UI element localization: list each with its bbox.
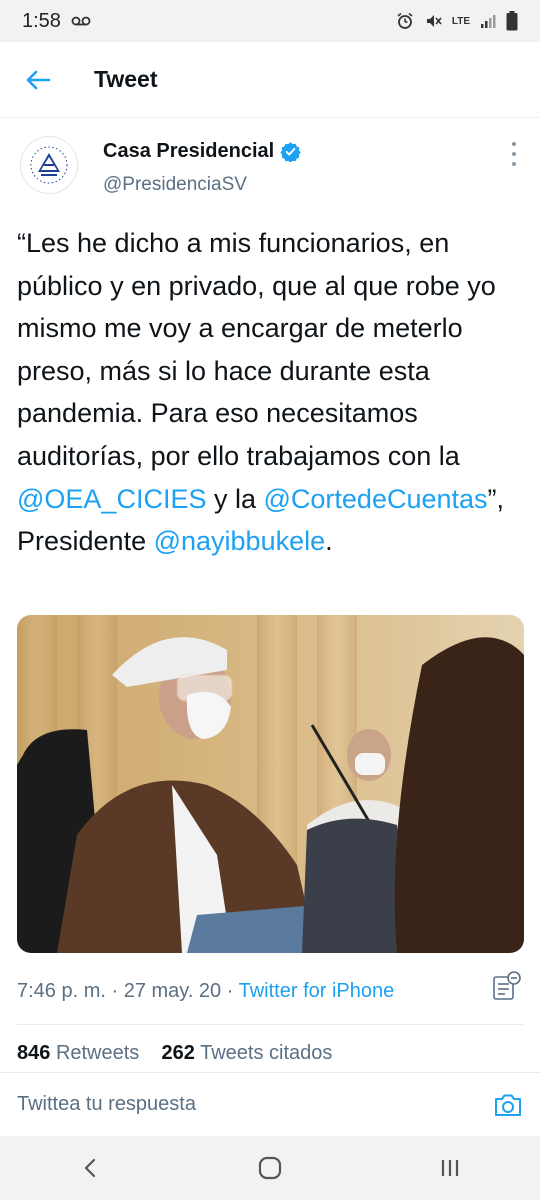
tweet-photo-image [17, 615, 524, 953]
tweet-text-segment: y la [206, 483, 264, 514]
status-time: 1:58 [22, 9, 61, 32]
back-button[interactable] [0, 42, 76, 118]
system-nav-bar [0, 1136, 540, 1200]
quotes-stat[interactable]: 262 Tweets citados [162, 1042, 333, 1064]
nav-back-button[interactable] [60, 1143, 120, 1193]
network-label: LTE [451, 15, 470, 27]
tweet-text: “Les he dicho a mis funcionarios, en púb… [17, 222, 527, 563]
retweets-label: Retweets [55, 1042, 140, 1064]
tweet-photo[interactable] [17, 615, 524, 953]
home-icon [258, 1156, 282, 1180]
verified-badge-icon [280, 142, 301, 162]
tweet-text-segment: “Les he dicho a mis funcionarios, en púb… [17, 228, 496, 471]
alarm-icon [397, 12, 413, 29]
status-bar: 1:58 LTE [0, 0, 540, 42]
voicemail-icon [71, 16, 91, 26]
battery-icon [506, 11, 518, 31]
camera-icon[interactable] [493, 1090, 523, 1120]
more-vertical-icon[interactable] [504, 142, 524, 166]
reply-bar [0, 1072, 540, 1136]
nav-home-button[interactable] [240, 1143, 300, 1193]
status-left: 1:58 [22, 10, 91, 33]
author-name[interactable]: Casa Presidencial [103, 140, 301, 163]
mention-link[interactable]: @nayibbukele [154, 526, 326, 556]
page-title: Tweet [94, 66, 158, 92]
analytics-icon[interactable] [492, 970, 522, 1002]
meta-separator: · [226, 980, 239, 1002]
avatar[interactable] [20, 136, 78, 194]
tweet-stats: 846 Retweets 262 Tweets citados [17, 1042, 332, 1065]
status-right: LTE [396, 11, 518, 31]
mute-icon [426, 15, 442, 27]
divider [17, 1024, 523, 1025]
quotes-count: 262 [161, 1042, 195, 1064]
nav-recents-button[interactable] [420, 1143, 480, 1193]
tweet-date: 27 may. 20 [123, 980, 222, 1002]
tweet-text-segment: . [325, 526, 333, 557]
mention-link[interactable]: @CortedeCuentas [264, 484, 488, 514]
coat-of-arms-icon [30, 146, 68, 184]
recents-icon [441, 1160, 459, 1176]
quotes-label: Tweets citados [200, 1042, 333, 1064]
signal-icon [481, 15, 496, 28]
retweets-stat[interactable]: 846 Retweets [17, 1042, 139, 1064]
tweet-time: 7:46 p. m. [17, 980, 106, 1002]
tweet-source[interactable]: Twitter for iPhone [239, 980, 395, 1002]
author-handle[interactable]: @PresidenciaSV [103, 174, 247, 196]
meta-separator: · [111, 980, 124, 1002]
arrow-left-icon [26, 70, 51, 89]
author-name-text: Casa Presidencial [103, 140, 275, 162]
mention-link[interactable]: @OEA_CICIES [17, 484, 206, 514]
tweet-meta: 7:46 p. m. · 27 may. 20 · Twitter for iP… [17, 980, 394, 1003]
reply-input[interactable] [17, 1093, 457, 1116]
tweet-author: Casa Presidencial @PresidenciaSV [0, 118, 540, 210]
chevron-left-icon [84, 1158, 96, 1178]
retweets-count: 846 [17, 1042, 51, 1064]
app-header: Tweet [0, 42, 540, 118]
